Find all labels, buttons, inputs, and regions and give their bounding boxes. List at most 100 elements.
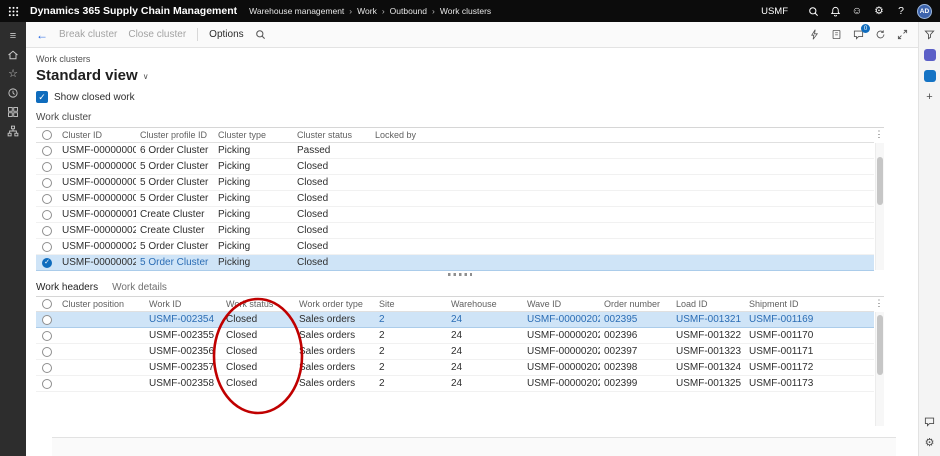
hamburger-menu-icon[interactable]: ≡ (0, 26, 26, 45)
table-row[interactable]: USMF-000000009 5 Order Cluster Picking Clos… (36, 191, 874, 207)
tab-work-details[interactable]: Work details (112, 278, 167, 296)
tab-work-cluster[interactable]: Work cluster (36, 112, 91, 127)
notifications-bell-icon[interactable] (827, 6, 843, 17)
checkbox-check-icon[interactable]: ✓ (36, 91, 48, 103)
table-row[interactable]: USMF-000000007 5 Order Cluster Picking Clos… (36, 159, 874, 175)
row-selector[interactable] (36, 312, 58, 327)
breadcrumb-item[interactable]: Warehouse management (249, 6, 344, 16)
table-row[interactable]: USMF-002357 Closed Sales orders 2 24 USMF-000… (36, 360, 874, 376)
column-header-order-number[interactable]: Order number (600, 299, 672, 309)
modules-grid-icon[interactable] (0, 102, 26, 121)
settings-gear-icon[interactable]: ⚙ (871, 5, 887, 17)
cell-link[interactable]: USMF-001169 (745, 314, 874, 325)
row-selector[interactable] (36, 344, 58, 359)
cluster-grid-scrollbar[interactable] (875, 143, 884, 270)
show-closed-work-checkbox[interactable]: ✓ Show closed work (36, 90, 135, 104)
scrollbar-thumb[interactable] (877, 315, 883, 375)
column-header-cluster-profile-id[interactable]: Cluster profile ID (136, 130, 214, 140)
view-title[interactable]: Standard view ∨ (36, 66, 149, 84)
row-selector[interactable] (36, 376, 58, 391)
break-cluster-button[interactable]: Break cluster (59, 29, 117, 40)
flash-icon[interactable] (809, 29, 820, 40)
select-all-checkbox[interactable] (36, 128, 58, 142)
table-row[interactable]: USMF-000000008 5 Order Cluster Picking Clos… (36, 175, 874, 191)
app-title[interactable]: Dynamics 365 Supply Chain Management (30, 5, 237, 17)
company-picker[interactable]: USMF (761, 6, 788, 17)
cell-link[interactable]: 002395 (600, 314, 672, 325)
cell-link[interactable]: 24 (447, 314, 523, 325)
row-selector[interactable] (36, 223, 58, 238)
work-grid-scrollbar[interactable] (875, 312, 884, 426)
refresh-icon[interactable] (875, 29, 886, 40)
close-cluster-button[interactable]: Close cluster (128, 29, 186, 40)
app-launcher-button[interactable] (0, 0, 26, 22)
row-selector[interactable] (36, 159, 58, 174)
messages-icon[interactable]: 0 (853, 24, 870, 40)
cell-link[interactable]: USMF-002354 (145, 314, 222, 325)
column-header-site[interactable]: Site (375, 299, 447, 309)
column-header-load-id[interactable]: Load ID (672, 299, 745, 309)
column-header-cluster-id[interactable]: Cluster ID (58, 130, 136, 140)
column-header-warehouse[interactable]: Warehouse (447, 299, 523, 309)
task-guide-book-icon[interactable] (831, 29, 842, 40)
column-header-cluster-type[interactable]: Cluster type (214, 130, 293, 140)
row-selector[interactable] (36, 191, 58, 206)
back-button[interactable]: ← (36, 28, 48, 42)
column-header-cluster-position[interactable]: Cluster position (58, 299, 145, 309)
row-selector[interactable] (36, 207, 58, 222)
help-icon[interactable]: ? (893, 5, 909, 17)
select-all-checkbox[interactable] (36, 297, 58, 311)
scrollbar-thumb[interactable] (877, 157, 883, 205)
home-icon[interactable] (0, 45, 26, 64)
breadcrumb-item[interactable]: Work (357, 6, 377, 16)
cell-link[interactable]: 2 (375, 314, 447, 325)
column-options-icon[interactable]: ⋮ (874, 129, 884, 140)
table-row[interactable]: USMF-000000020 Create Cluster Picking Close… (36, 223, 874, 239)
cell-link[interactable]: USMF-000002025 (523, 314, 600, 325)
expand-icon[interactable] (897, 29, 908, 40)
filter-funnel-icon[interactable] (924, 29, 935, 40)
row-selector[interactable] (36, 143, 58, 158)
column-options-icon[interactable]: ⋮ (874, 298, 884, 309)
grid-splitter[interactable] (36, 270, 884, 278)
teams-app-icon[interactable] (923, 49, 936, 61)
table-row[interactable]: USMF-000000022 5 Order Cluster Picking Clos… (36, 239, 874, 255)
page-breadcrumb[interactable]: Work clusters (36, 54, 90, 65)
tab-work-headers[interactable]: Work headers (36, 278, 98, 296)
table-row[interactable]: USMF-002354 Closed Sales orders 2 24 USMF-000… (36, 312, 874, 328)
row-selector[interactable]: ✓ (36, 255, 58, 270)
cell-link[interactable]: USMF-001321 (672, 314, 745, 325)
table-row[interactable]: USMF-000000019 Create Cluster Picking Close… (36, 207, 874, 223)
row-selector[interactable] (36, 328, 58, 343)
column-header-work-order-type[interactable]: Work order type (295, 299, 375, 309)
column-header-work-status[interactable]: Work status (222, 299, 295, 309)
recent-clock-icon[interactable] (0, 83, 26, 102)
feedback-smiley-icon[interactable]: ☺ (849, 5, 865, 17)
chat-support-icon[interactable] (924, 416, 935, 427)
breadcrumb-item[interactable]: Outbound (390, 6, 427, 16)
table-row[interactable]: USMF-002355 Closed Sales orders 2 24 USMF-000… (36, 328, 874, 344)
power-apps-icon[interactable] (923, 70, 936, 82)
column-header-wave-id[interactable]: Wave ID (523, 299, 600, 309)
table-row[interactable]: ✓ USMF-000000024 5 Order Cluster Picking Clo… (36, 255, 874, 271)
add-app-plus-icon[interactable]: + (926, 91, 932, 103)
row-selector[interactable] (36, 239, 58, 254)
options-tab[interactable]: Options (209, 29, 243, 40)
column-header-work-id[interactable]: Work ID (145, 299, 222, 309)
favorites-star-icon[interactable]: ☆ (0, 64, 26, 83)
column-header-shipment-id[interactable]: Shipment ID (745, 299, 874, 309)
search-icon[interactable] (805, 6, 821, 17)
cell-link[interactable]: 5 Order Cluster (136, 257, 214, 268)
column-header-locked-by[interactable]: Locked by (371, 130, 874, 140)
breadcrumb-item[interactable]: Work clusters (440, 6, 491, 16)
column-header-cluster-status[interactable]: Cluster status (293, 130, 371, 140)
table-row[interactable]: USMF-002356 Closed Sales orders 2 24 USMF-000… (36, 344, 874, 360)
settings-gear-icon[interactable]: ⚙ (925, 436, 935, 449)
avatar[interactable]: AD (917, 3, 932, 19)
workspaces-hierarchy-icon[interactable] (0, 121, 26, 140)
row-selector[interactable] (36, 360, 58, 375)
row-selector[interactable] (36, 175, 58, 190)
table-row[interactable]: USMF-000000006 6 Order Cluster Picking Pass… (36, 143, 874, 159)
table-row[interactable]: USMF-002358 Closed Sales orders 2 24 USMF-000… (36, 376, 874, 392)
search-icon[interactable] (255, 29, 266, 40)
